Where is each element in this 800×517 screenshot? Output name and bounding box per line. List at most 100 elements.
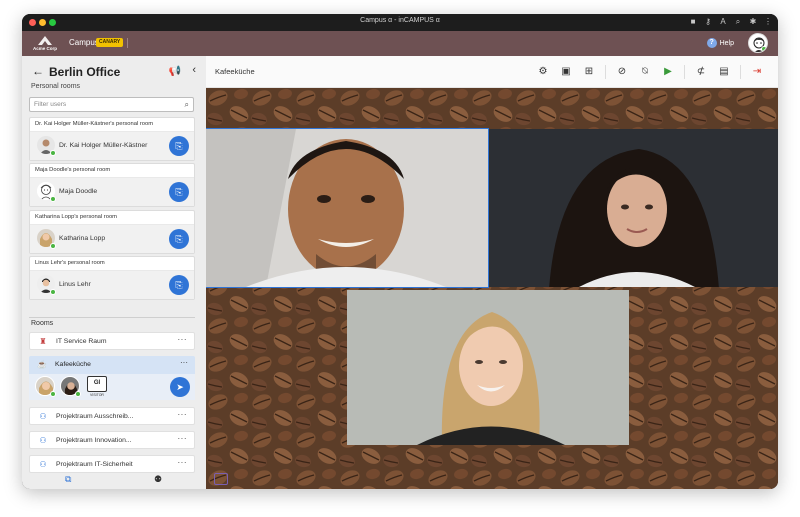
presence-online-dot: [50, 150, 56, 156]
participant-video: [206, 129, 488, 287]
personal-room-member[interactable]: Linus Lehr ⎘: [30, 271, 194, 299]
leave-icon[interactable]: ⇥: [750, 65, 764, 79]
extensions-icon[interactable]: ✱: [749, 17, 757, 27]
more-options-icon[interactable]: ···: [178, 434, 188, 443]
visitor-label: VISITOR: [90, 393, 104, 397]
person-name: Linus Lehr: [59, 281, 91, 288]
grid-layout-icon[interactable]: ⊞: [582, 65, 596, 79]
attachment-icon[interactable]: ⊄: [694, 65, 708, 79]
room-name: Projektraum Innovation...: [56, 437, 132, 444]
megaphone-icon[interactable]: 📢: [169, 66, 181, 77]
send-message-button[interactable]: ➤: [170, 377, 190, 397]
help-icon: ?: [706, 38, 717, 48]
personal-room-member[interactable]: Maja Doodle ⎘: [30, 178, 194, 206]
enter-room-button[interactable]: ⎘: [169, 182, 189, 202]
team-icon: ⚇: [39, 436, 47, 445]
video-stage: [206, 88, 778, 489]
camera-off-icon[interactable]: ⊘: [615, 65, 629, 79]
toolbar-divider: [740, 65, 741, 79]
presence-online-dot: [761, 46, 767, 52]
room-name: Projektraum Ausschreib...: [56, 413, 134, 420]
help-button[interactable]: ? Help: [706, 38, 734, 48]
personal-room-card: Maja Doodle's personal room Maja Doodle …: [29, 163, 195, 207]
team-icon: ⚇: [39, 412, 47, 421]
collapse-chevron-icon[interactable]: ‹: [192, 64, 196, 76]
user-avatar[interactable]: [748, 33, 768, 53]
company-logo[interactable]: Acme Corp: [32, 34, 58, 54]
visitor-badge[interactable]: GI: [87, 376, 107, 392]
current-room-title: Kafeeküche: [215, 67, 255, 76]
filter-placeholder: Filter users: [34, 101, 67, 108]
meeting-toolbar: Kafeeküche ⚙ ▣ ⊞ ⊘ ⍉ ▶ ⊄ ▤ ⇥: [206, 56, 778, 88]
participant-video: [489, 129, 778, 287]
presence-online-dot: [75, 391, 81, 397]
channel-badge: CANARY: [96, 38, 124, 47]
presence-online-dot: [50, 391, 56, 397]
room-name: Projektraum IT-Sicherheit: [56, 461, 133, 468]
personal-room-member[interactable]: Dr. Kai Holger Müller-Kästner ⎘: [30, 132, 194, 160]
enter-room-button[interactable]: ⎘: [169, 229, 189, 249]
copy-link-icon[interactable]: ⧉: [65, 474, 71, 485]
person-name: Maja Doodle: [59, 188, 98, 195]
enter-room-button[interactable]: ⎘: [169, 275, 189, 295]
user-management-icon[interactable]: ⚉: [154, 474, 162, 485]
whiteboard-icon[interactable]: ▤: [717, 65, 731, 79]
person-name: Katharina Lopp: [59, 235, 106, 242]
key-icon[interactable]: ⚷: [704, 17, 712, 27]
app-header: Acme Corp Campus CANARY ? Help: [22, 31, 778, 56]
person-name: Dr. Kai Holger Müller-Kästner: [59, 142, 148, 149]
paper-plane-icon: ➤: [176, 382, 184, 392]
enter-room-button[interactable]: ⎘: [169, 136, 189, 156]
section-divider: [29, 317, 195, 318]
room-name: Kafeeküche: [55, 361, 91, 368]
enter-door-icon: ⎘: [175, 234, 183, 244]
room-item-projektraum-ausschreibung[interactable]: ⚇ Projektraum Ausschreib... ···: [29, 407, 195, 425]
personal-room-card: Katharina Lopp's personal room Katharina…: [29, 210, 195, 254]
presence-online-dot: [50, 243, 56, 249]
section-rooms: Rooms: [31, 320, 54, 327]
enter-door-icon: ⎘: [175, 280, 183, 290]
more-options-icon[interactable]: ···: [178, 410, 188, 419]
room-item-kafeekueche[interactable]: ☕ Kafeeküche ··· GI VISITOR ➤: [29, 356, 195, 400]
window-title: Campus α - inCAMPUS α: [360, 17, 440, 24]
section-personal-rooms: Personal rooms: [31, 83, 81, 90]
enter-door-icon: ⎘: [175, 141, 183, 151]
toolbar-divider: [684, 65, 685, 79]
toolbar-actions: ⚙ ▣ ⊞ ⊘ ⍉ ▶ ⊄ ▤ ⇥: [527, 65, 764, 79]
personal-room-title: Linus Lehr's personal room: [30, 257, 194, 271]
search-icon: ⌕: [184, 100, 189, 109]
personal-room-card: Linus Lehr's personal room Linus Lehr ⎘: [29, 256, 195, 300]
share-screen-icon[interactable]: ▶: [661, 65, 675, 79]
settings-icon[interactable]: ⚙: [536, 65, 550, 79]
video-tile-participant[interactable]: [206, 128, 489, 288]
camera-indicator-icon[interactable]: ■: [689, 17, 697, 27]
contact-card-icon[interactable]: ▣: [559, 65, 573, 79]
more-vertical-icon[interactable]: ⋮: [764, 17, 772, 27]
browser-toolbar-icons: ■ ⚷ A ⌕ ✱ ⋮: [689, 17, 772, 27]
room-participants: GI VISITOR ➤: [29, 374, 195, 400]
zoom-icon[interactable]: ⌕: [734, 17, 742, 27]
video-tile-participant[interactable]: [489, 129, 778, 287]
sidebar-footer: ⧉ ⚉: [22, 469, 206, 489]
presence-online-dot: [50, 289, 56, 295]
room-item-projektraum-innovation[interactable]: ⚇ Projektraum Innovation... ···: [29, 431, 195, 449]
video-tile-participant[interactable]: [347, 290, 629, 445]
more-options-icon[interactable]: ···: [178, 458, 188, 467]
back-arrow-icon[interactable]: ←: [32, 64, 44, 78]
more-options-icon[interactable]: ···: [178, 335, 188, 344]
translate-icon[interactable]: A: [719, 17, 727, 27]
title-bar: Campus α - inCAMPUS α ■ ⚷ A ⌕ ✱ ⋮: [22, 14, 778, 31]
participant-video: [347, 290, 629, 445]
company-name: Acme Corp: [32, 46, 57, 51]
personal-room-member[interactable]: Katharina Lopp ⎘: [30, 225, 194, 253]
personal-room-title: Dr. Kai Holger Müller-Kästner's personal…: [30, 118, 194, 132]
mic-off-icon[interactable]: ⍉: [638, 65, 652, 79]
presence-online-dot: [50, 196, 56, 202]
more-options-icon[interactable]: ···: [180, 358, 188, 367]
enter-door-icon: ⎘: [175, 187, 183, 197]
active-room-header: ☕ Kafeeküche ···: [29, 356, 195, 374]
sidebar: ← Berlin Office 📢 ‹ Personal rooms Filte…: [22, 56, 206, 489]
room-item-it-service-raum[interactable]: ♜ IT Service Raum ···: [29, 332, 195, 350]
personal-room-title: Maja Doodle's personal room: [30, 164, 194, 178]
filter-users-input[interactable]: Filter users ⌕: [29, 97, 194, 112]
